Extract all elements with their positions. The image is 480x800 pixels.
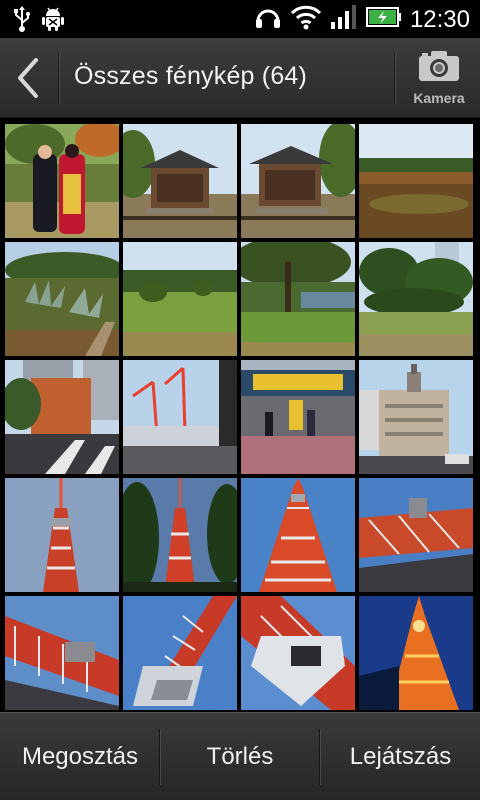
share-label: Megosztás	[21, 743, 139, 770]
play-label: Lejátszás	[349, 743, 452, 770]
camera-icon	[419, 51, 459, 81]
title-bar: Összes fénykép (64) Kamera	[0, 38, 480, 118]
photo-thumbnail[interactable]	[359, 242, 473, 356]
photo-thumbnail[interactable]	[359, 360, 473, 474]
bottom-action-bar: Megosztás Törlés Lejátszás	[0, 712, 480, 800]
photo-thumbnail[interactable]	[359, 478, 473, 592]
back-arrow-icon	[18, 58, 38, 98]
delete-label: Törlés	[206, 743, 274, 770]
signal-icon	[330, 4, 358, 35]
photo-thumbnail[interactable]	[123, 360, 237, 474]
photo-thumbnail[interactable]	[241, 478, 355, 592]
photo-thumbnail[interactable]	[5, 124, 119, 238]
camera-button[interactable]: Kamera	[398, 38, 480, 118]
status-bar: 12:30	[0, 0, 480, 38]
play-button[interactable]: Lejátszás	[321, 713, 480, 800]
photo-thumbnail[interactable]	[359, 124, 473, 238]
photo-thumbnail[interactable]	[123, 478, 237, 592]
back-button[interactable]	[0, 38, 58, 118]
share-button[interactable]: Megosztás	[0, 713, 160, 800]
photo-thumbnail[interactable]	[359, 596, 473, 710]
divider	[394, 52, 396, 104]
camera-label: Kamera	[413, 90, 465, 106]
android-debug-icon	[42, 6, 64, 37]
status-time: 12:30	[409, 5, 470, 33]
headphones-icon	[254, 5, 282, 34]
photo-thumbnail[interactable]	[5, 596, 119, 710]
usb-icon	[12, 6, 32, 37]
photo-thumbnail[interactable]	[5, 242, 119, 356]
photo-thumbnail[interactable]	[241, 596, 355, 710]
wifi-icon	[290, 4, 322, 35]
photo-thumbnail[interactable]	[5, 478, 119, 592]
photo-thumbnail[interactable]	[241, 124, 355, 238]
page-title: Összes fénykép (64)	[74, 62, 308, 90]
divider	[58, 52, 60, 104]
photo-thumbnail[interactable]	[241, 242, 355, 356]
photo-thumbnail[interactable]	[5, 360, 119, 474]
photo-thumbnail[interactable]	[123, 242, 237, 356]
photo-thumbnail[interactable]	[123, 596, 237, 710]
battery-charging-icon	[365, 6, 402, 33]
photo-thumbnail[interactable]	[241, 360, 355, 474]
delete-button[interactable]: Törlés	[161, 713, 319, 800]
photo-thumbnail[interactable]	[123, 124, 237, 238]
photo-grid	[0, 118, 480, 712]
